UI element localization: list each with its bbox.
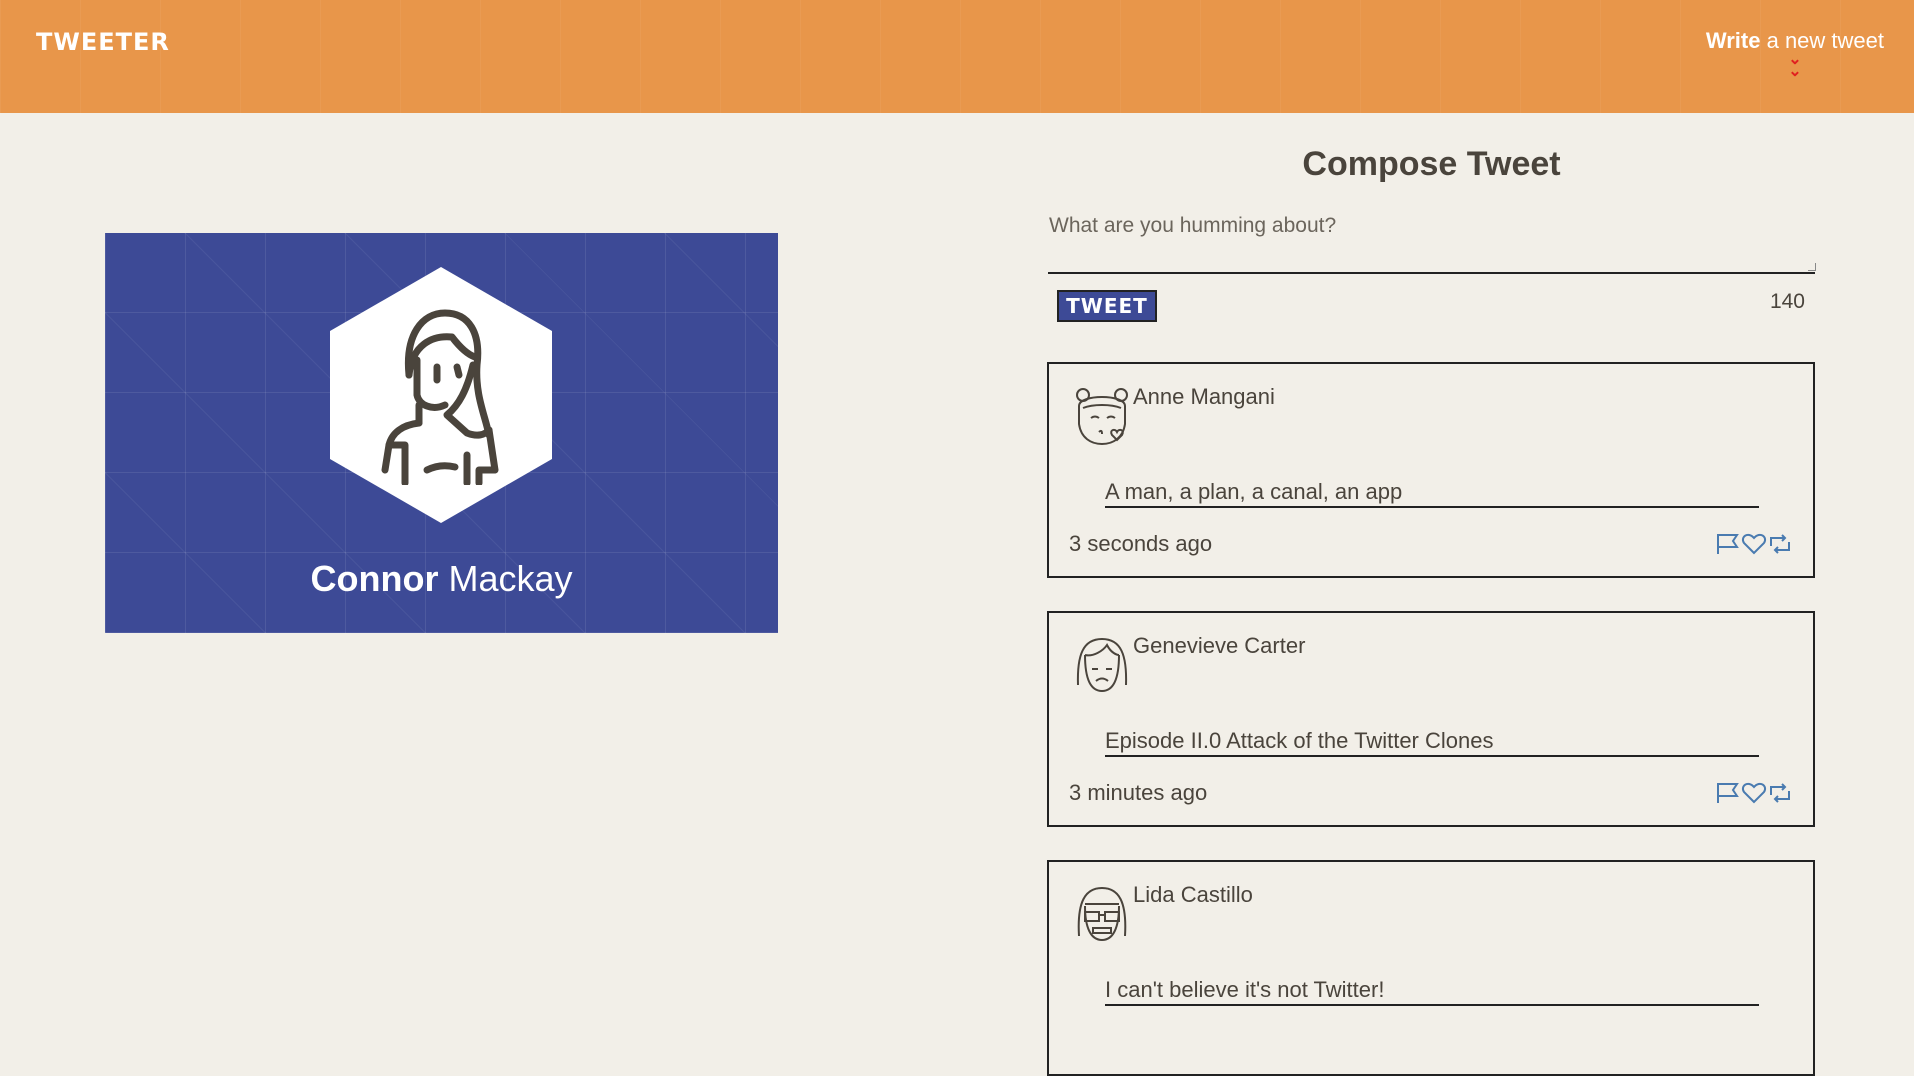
tweet-actions	[1715, 532, 1793, 556]
tweet-content: A man, a plan, a canal, an app	[1105, 479, 1759, 508]
top-nav: TWEETER Write a new tweet ⌄ ⌄	[0, 0, 1914, 113]
compose-title: Compose Tweet	[1302, 145, 1561, 183]
tweet-author: Lida Castillo	[1133, 882, 1253, 907]
retweet-icon[interactable]	[1767, 532, 1793, 556]
compose-tweet-input[interactable]	[1048, 212, 1815, 274]
textarea-resize-handle[interactable]	[1808, 263, 1816, 271]
double-chevron-down-icon: ⌄ ⌄	[1788, 51, 1802, 80]
profile-avatar-hexagon	[330, 267, 552, 523]
heart-icon[interactable]	[1741, 781, 1767, 805]
tweet-button[interactable]: TWEET	[1057, 290, 1157, 322]
brand-logo[interactable]: TWEETER	[36, 28, 170, 56]
tweet-timestamp: 3 minutes ago	[1069, 780, 1208, 805]
profile-name: Connor Mackay	[310, 558, 573, 599]
flag-icon[interactable]	[1715, 532, 1741, 556]
girl-kiss-avatar-icon	[1076, 388, 1128, 446]
user-avatar-icon	[381, 309, 499, 485]
tweet-card: Lida Castillo I can't believe it's not T…	[1047, 860, 1815, 1076]
tweet-author: Anne Mangani	[1133, 384, 1275, 409]
write-new-tweet-toggle[interactable]: Write a new tweet ⌄ ⌄	[1706, 28, 1884, 80]
tweet-card: Genevieve Carter Episode II.0 Attack of …	[1047, 611, 1815, 827]
tweet-author: Genevieve Carter	[1133, 633, 1306, 658]
girl-sunglasses-avatar-icon	[1077, 886, 1127, 942]
heart-icon[interactable]	[1741, 532, 1767, 556]
character-counter: 140	[1769, 290, 1805, 313]
girl-sad-avatar-icon	[1076, 637, 1128, 693]
retweet-icon[interactable]	[1767, 781, 1793, 805]
tweet-timestamp: 3 seconds ago	[1069, 531, 1213, 556]
tweet-card: Anne Mangani A man, a plan, a canal, an …	[1047, 362, 1815, 578]
tweet-content: Episode II.0 Attack of the Twitter Clone…	[1105, 728, 1759, 757]
flag-icon[interactable]	[1715, 781, 1741, 805]
profile-card: Connor Mackay	[105, 233, 778, 633]
tweet-actions	[1715, 781, 1793, 805]
tweet-content: I can't believe it's not Twitter!	[1105, 977, 1759, 1006]
